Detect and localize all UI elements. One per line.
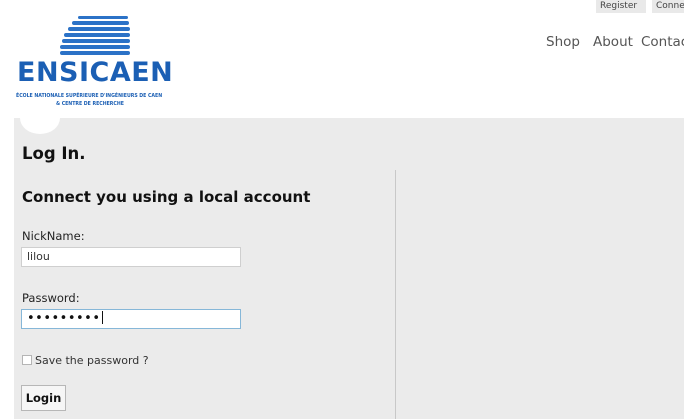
connect-link[interactable]: Connect <box>652 0 684 13</box>
login-page: ENSICAEN ÉCOLE NATIONALE SUPÉRIEURE D'IN… <box>0 0 684 419</box>
nav-shop[interactable]: Shop <box>546 34 580 50</box>
nickname-input[interactable]: lilou <box>21 247 241 267</box>
site-header: ENSICAEN ÉCOLE NATIONALE SUPÉRIEURE D'IN… <box>0 0 684 118</box>
login-panel: Log In. Connect you using a local accoun… <box>14 102 684 419</box>
decorative-bubble <box>20 102 60 134</box>
register-link[interactable]: Register <box>596 0 646 13</box>
logo-subtitle-line1: ÉCOLE NATIONALE SUPÉRIEURE D'INGÉNIEURS … <box>16 93 163 99</box>
form-title: Connect you using a local account <box>22 188 311 206</box>
password-mask: ••••••••• <box>27 311 101 326</box>
column-divider <box>395 170 396 419</box>
password-label: Password: <box>22 291 80 305</box>
text-caret <box>101 311 103 324</box>
logo-wordmark: ENSICAEN <box>17 57 174 88</box>
nav-about[interactable]: About <box>593 34 633 50</box>
nav-contact[interactable]: Contact <box>641 34 684 50</box>
nickname-value: lilou <box>27 250 50 263</box>
login-button[interactable]: Login <box>21 385 66 411</box>
page-title: Log In. <box>22 144 86 163</box>
nickname-label: NickName: <box>22 229 85 243</box>
remember-checkbox[interactable] <box>22 355 32 365</box>
main-nav: Shop About Contact <box>0 34 684 54</box>
remember-label: Save the password ? <box>35 354 149 367</box>
password-input[interactable]: ••••••••• <box>21 309 241 329</box>
